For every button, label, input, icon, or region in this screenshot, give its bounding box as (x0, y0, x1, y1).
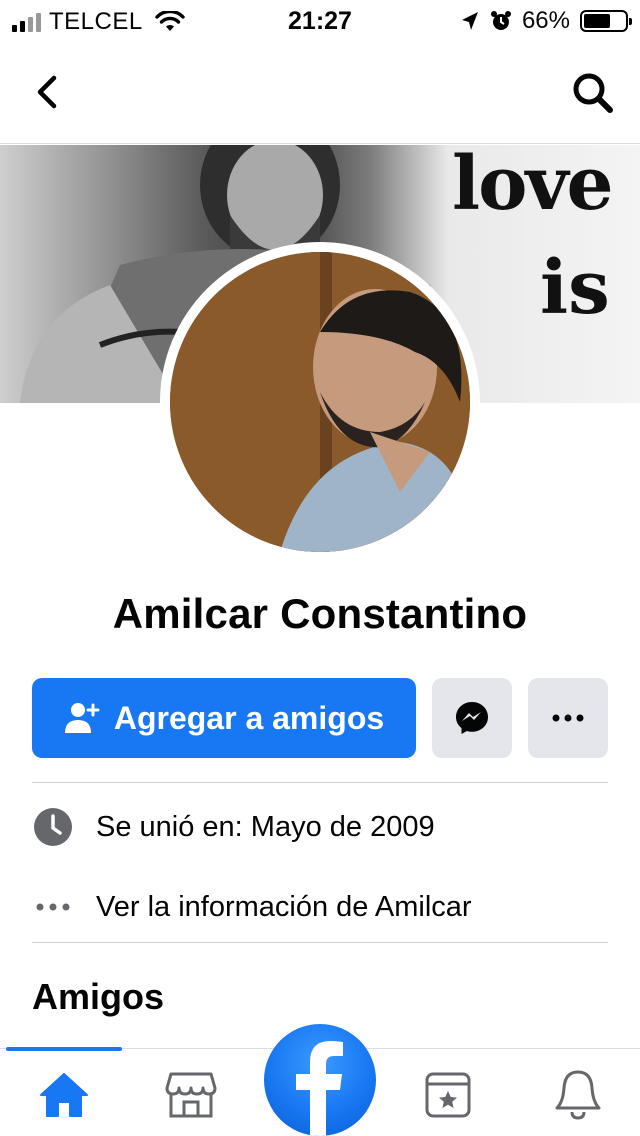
tab-notifications[interactable] (548, 1065, 608, 1125)
tab-pages[interactable] (418, 1065, 478, 1125)
pages-icon (425, 1072, 471, 1118)
location-icon (461, 12, 478, 30)
avatar[interactable] (170, 252, 470, 552)
marketplace-icon (165, 1072, 217, 1118)
profile-name: Amilcar Constantino (112, 590, 528, 637)
back-button[interactable] (26, 70, 70, 114)
joined-text: Se unió en: Mayo de 2009 (96, 810, 435, 843)
see-info-row[interactable]: Ver la información de Amilcar (32, 882, 608, 932)
battery-percent: 66% (521, 7, 570, 34)
alarm-icon (490, 11, 511, 30)
avatar-illustration (170, 252, 470, 552)
friends-section-title: Amigos (32, 976, 165, 1017)
add-friend-label: Agregar a amigos (113, 699, 385, 736)
more-icon (552, 714, 584, 722)
notifications-icon (555, 1070, 601, 1120)
divider (32, 782, 608, 783)
home-icon (40, 1073, 88, 1117)
joined-row: Se unió en: Mayo de 2009 (32, 802, 608, 852)
facebook-logo-icon (296, 1041, 343, 1136)
navigation-bar (0, 40, 640, 144)
chevron-left-icon (37, 75, 57, 109)
messenger-icon (456, 702, 488, 734)
search-button[interactable] (570, 70, 616, 116)
see-info-link[interactable]: Ver la información de Amilcar (96, 891, 472, 924)
status-bar: TELCEL 21:27 66% (0, 0, 640, 40)
search-icon (573, 73, 613, 113)
more-options-button[interactable] (528, 678, 608, 758)
messenger-button[interactable] (432, 678, 512, 758)
clock-icon (34, 808, 72, 846)
battery-icon (580, 10, 632, 32)
tab-home[interactable] (34, 1065, 94, 1125)
more-icon (36, 903, 70, 911)
active-tab-indicator (6, 1047, 122, 1051)
divider (32, 942, 608, 943)
cover-text-is: is (540, 245, 610, 331)
tab-marketplace[interactable] (161, 1065, 221, 1125)
facebook-logo-button[interactable] (264, 1024, 376, 1136)
add-user-icon (64, 703, 100, 733)
cover-text-love: love (452, 145, 614, 227)
add-friend-button[interactable]: Agregar a amigos (32, 678, 416, 758)
